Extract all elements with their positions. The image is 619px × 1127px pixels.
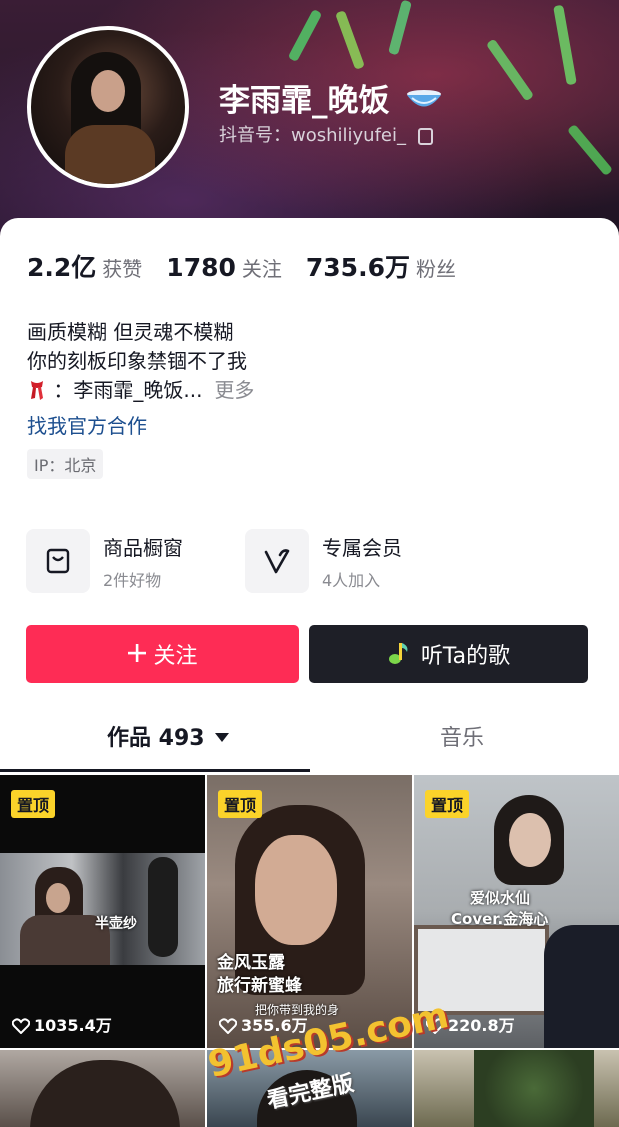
following-label: 关注 — [241, 257, 282, 281]
tab-works-label: 作品 493 — [107, 726, 205, 751]
pinned-badge: 置顶 — [425, 790, 470, 818]
profile-name-text: 李雨霏_晚饭 — [219, 83, 390, 119]
membership-subtitle: 4人加入 — [322, 571, 381, 590]
caret-down-icon — [212, 726, 230, 751]
video-tile[interactable]: 置顶 半壶纱 1035.4万 — [0, 775, 205, 1048]
video-caption-line-2: Cover.金海心 — [451, 910, 549, 928]
membership-title: 专属会员 — [322, 536, 402, 560]
profile-tabs: 作品 493 音乐 — [0, 720, 619, 772]
follow-button[interactable]: 关注 — [26, 625, 299, 683]
bio-line-1: 画质模糊 但灵魂不模糊 — [27, 320, 234, 344]
plus-icon — [127, 642, 153, 667]
pinned-badge: 置顶 — [11, 790, 56, 818]
pinned-badge: 置顶 — [218, 790, 263, 818]
ip-location-badge: IP：北京 — [27, 449, 104, 479]
scarf-icon — [27, 378, 53, 402]
douyin-id: 抖音号：woshiliyufei_ — [219, 121, 433, 147]
bio-line-3: ：李雨霏_晚饭... — [53, 378, 203, 402]
bio-line-2: 你的刻板印象禁锢不了我 — [27, 349, 247, 373]
video-likes-count: 220.8万 — [448, 1016, 515, 1035]
video-caption-line-1: 爱似水仙 — [470, 889, 531, 907]
video-caption: 半壶纱 — [95, 916, 137, 932]
followers-label: 粉丝 — [415, 257, 456, 281]
video-caption-line-2: 旅行新蜜蜂 — [217, 976, 302, 996]
shop-window-entry[interactable]: 商品橱窗 2件好物 — [26, 529, 226, 593]
video-caption-line-1: 金风玉露 — [217, 953, 285, 973]
music-note-icon — [387, 640, 421, 668]
cooperate-link[interactable]: 找我官方合作 — [27, 410, 147, 439]
profile-name: 李雨霏_晚饭 — [219, 75, 444, 122]
shop-window-title: 商品橱窗 — [103, 536, 183, 560]
follow-button-label: 关注 — [153, 644, 198, 669]
bio-more-link[interactable]: 更多 — [214, 378, 254, 402]
profile-stats: 2.2亿 获赞 1780 关注 735.6万 粉丝 — [27, 248, 480, 284]
video-likes-count: 1035.4万 — [34, 1016, 112, 1035]
likes-count[interactable]: 2.2亿 — [27, 253, 96, 282]
heart-icon — [218, 1018, 238, 1038]
tab-active-indicator — [0, 769, 310, 772]
heart-icon — [11, 1018, 31, 1038]
douyin-id-text: 抖音号：woshiliyufei_ — [219, 125, 406, 146]
membership-entry[interactable]: 专属会员 4人加入 — [245, 529, 445, 593]
shop-window-subtitle: 2件好物 — [103, 571, 162, 590]
likes-label: 获赞 — [102, 257, 143, 281]
video-tile[interactable]: 置顶 金风玉露 旅行新蜜蜂 把你带到我的身 355.6万 — [207, 775, 412, 1048]
followers-count[interactable]: 735.6万 — [306, 253, 410, 282]
copy-icon[interactable] — [417, 127, 433, 145]
listen-songs-button[interactable]: 听Ta的歌 — [309, 625, 588, 683]
tab-works[interactable]: 作品 493 — [107, 720, 230, 752]
tab-music[interactable]: 音乐 — [440, 720, 484, 752]
avatar[interactable] — [27, 26, 189, 188]
bio-line-3-row: ：李雨霏_晚饭... 更多 — [27, 376, 254, 405]
vip-v-icon — [245, 529, 309, 593]
listen-songs-label: 听Ta的歌 — [420, 644, 511, 669]
video-likes: 1035.4万 — [11, 1012, 112, 1038]
bio: 画质模糊 但灵魂不模糊 你的刻板印象禁锢不了我 ：李雨霏_晚饭... 更多 — [27, 318, 254, 405]
video-tile[interactable] — [414, 1050, 619, 1127]
following-count[interactable]: 1780 — [166, 253, 236, 282]
rice-bowl-icon — [404, 84, 444, 122]
shopping-bag-icon — [26, 529, 90, 593]
video-tile[interactable] — [0, 1050, 205, 1127]
